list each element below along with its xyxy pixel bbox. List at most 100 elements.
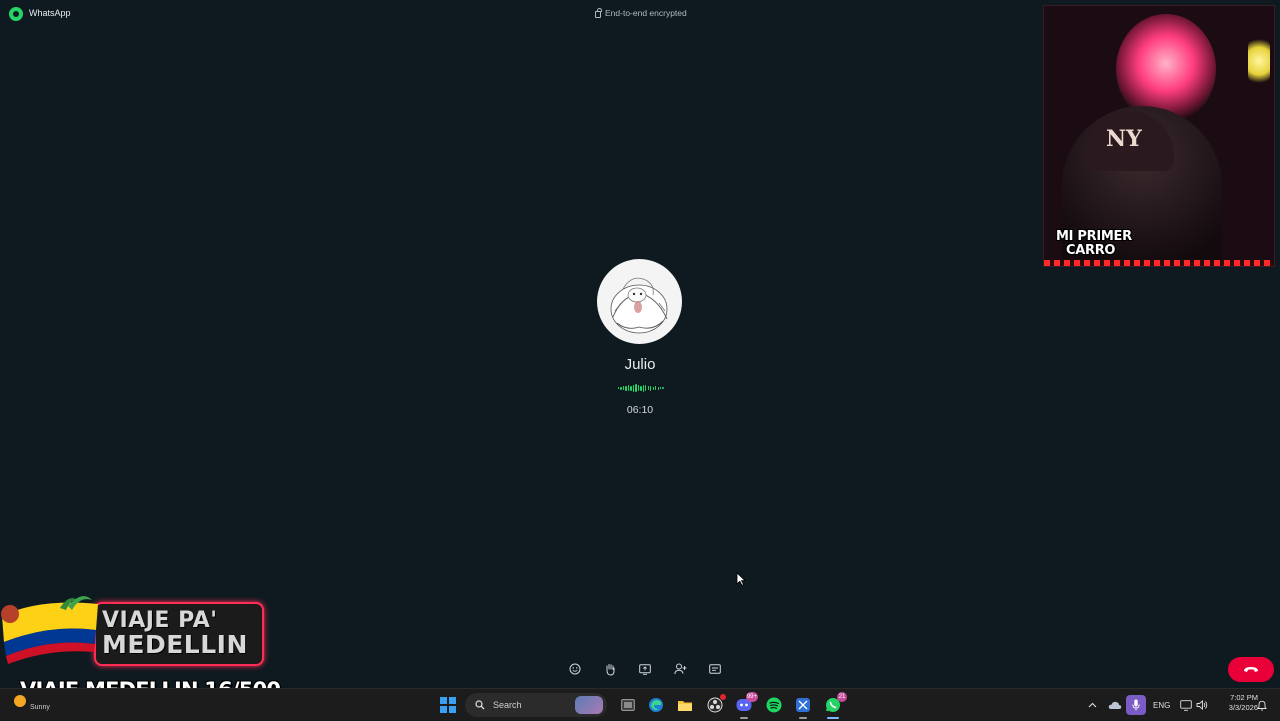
audio-bar [647, 386, 649, 390]
webcam-banner-line2: CARRO [1066, 243, 1116, 258]
chevron-up-icon [1088, 702, 1097, 708]
snipping-tool-button[interactable] [794, 696, 812, 719]
end-call-button[interactable] [1228, 657, 1274, 682]
volume-tray-button[interactable] [1196, 689, 1208, 721]
weather-text: Sunny [30, 703, 50, 711]
webcam-banner-line1: MI PRIMER [1056, 229, 1132, 244]
raise-hand-button[interactable] [601, 660, 619, 678]
notifications-button[interactable] [1257, 689, 1267, 721]
start-tile [440, 697, 447, 704]
microphone-icon [1132, 699, 1140, 711]
discord-badge: 99+ [745, 692, 758, 702]
edge-button[interactable] [647, 696, 665, 714]
chat-button[interactable] [706, 660, 724, 678]
edge-icon [649, 698, 663, 712]
encryption-label: End-to-end encrypted [605, 8, 687, 18]
speaker-icon [1196, 700, 1208, 710]
show-hidden-icons-button[interactable] [1088, 689, 1097, 721]
badge-title-line2: MEDELLIN [102, 630, 248, 659]
obs-recording-dot [720, 694, 726, 700]
start-tile [449, 706, 456, 713]
audio-bar [655, 386, 657, 390]
contact-avatar [597, 259, 682, 344]
stream-goal-badge: VIAJE PA' MEDELLIN [0, 578, 268, 670]
audio-bar [618, 387, 620, 389]
caller-avatar-wrapper [597, 259, 683, 344]
file-explorer-button[interactable] [676, 696, 694, 714]
network-icon [1180, 699, 1192, 711]
emoji-icon [569, 663, 581, 675]
audio-bar [642, 384, 644, 392]
whatsapp-taskbar-button[interactable]: 21 [824, 692, 847, 719]
neon-light [1248, 36, 1270, 86]
audio-activity-indicator [618, 384, 664, 392]
audio-bar [625, 385, 627, 391]
colombia-flag-icon [1, 596, 98, 664]
windows-taskbar: Sunny Search 99+ 21 ENG 7:02 PM 3/3/2026 [0, 688, 1280, 720]
audio-bar [659, 387, 662, 389]
audio-bar [637, 385, 640, 391]
lock-icon [595, 7, 602, 18]
add-participant-icon [673, 663, 686, 675]
running-indicator [740, 717, 748, 719]
audio-bar [652, 386, 654, 390]
file-explorer-icon [678, 701, 692, 711]
screen-share-icon [639, 663, 651, 675]
audio-bar [622, 386, 625, 390]
task-view-button[interactable] [619, 696, 637, 714]
language-indicator[interactable]: ENG [1153, 689, 1170, 721]
audio-bar [640, 385, 642, 391]
whatsapp-badge: 21 [837, 692, 847, 702]
language-label: ENG [1153, 700, 1171, 710]
call-duration: 06:10 [626, 404, 654, 416]
raise-hand-icon [606, 663, 615, 676]
add-participant-button[interactable] [671, 660, 689, 678]
end-call-icon [1244, 666, 1258, 672]
audio-bar [657, 386, 659, 390]
audio-bar [630, 385, 632, 391]
audio-bar [627, 385, 630, 391]
audio-bar [635, 384, 637, 392]
audio-bar [632, 384, 635, 392]
snipping-tool-icon [796, 698, 810, 712]
taskbar-clock[interactable]: 7:02 PM 3/3/2026 [1212, 693, 1258, 713]
microphone-tray-button[interactable] [1126, 689, 1146, 721]
webcam-banner: MI PRIMER CARRO [1056, 230, 1132, 258]
active-indicator [827, 717, 839, 719]
taskbar-search[interactable]: Search [465, 693, 607, 717]
app-name: WhatsApp [29, 8, 71, 18]
audio-bar [620, 386, 622, 390]
search-highlight-icon [575, 696, 603, 714]
weather-widget[interactable]: Sunny [14, 695, 50, 711]
start-tile [449, 697, 456, 704]
emoji-reaction-button[interactable] [566, 660, 584, 678]
streamer-webcam-overlay: NY MI PRIMER CARRO [1043, 5, 1275, 267]
discord-button[interactable]: 99+ [735, 692, 758, 719]
notification-bell-icon [1257, 700, 1267, 710]
cap-logo: NY [1106, 126, 1142, 152]
onedrive-tray-button[interactable] [1108, 689, 1122, 721]
audio-bar [662, 387, 664, 389]
network-tray-button[interactable] [1180, 689, 1192, 721]
encryption-notice: End-to-end encrypted [595, 7, 687, 18]
microphone-indicator [1126, 695, 1146, 715]
mouse-cursor-icon [736, 572, 746, 586]
running-indicator [799, 717, 807, 719]
cloud-icon [1108, 701, 1122, 709]
clock-date: 3/3/2026 [1228, 703, 1258, 712]
clock-time: 7:02 PM [1230, 693, 1258, 702]
chat-icon [709, 663, 721, 674]
contact-name: Julio [624, 356, 656, 373]
search-placeholder: Search [493, 700, 522, 710]
search-icon [475, 700, 485, 710]
audio-bar [650, 385, 652, 391]
screen-share-button[interactable] [636, 660, 654, 678]
windows-start-button[interactable] [440, 697, 456, 713]
spotify-button[interactable] [765, 696, 783, 714]
obs-button[interactable] [706, 694, 726, 714]
whatsapp-logo-icon [9, 7, 23, 21]
webcam-stripe [1044, 260, 1274, 266]
task-view-icon [621, 699, 635, 711]
call-controls [566, 660, 724, 678]
spotify-icon [766, 697, 782, 713]
